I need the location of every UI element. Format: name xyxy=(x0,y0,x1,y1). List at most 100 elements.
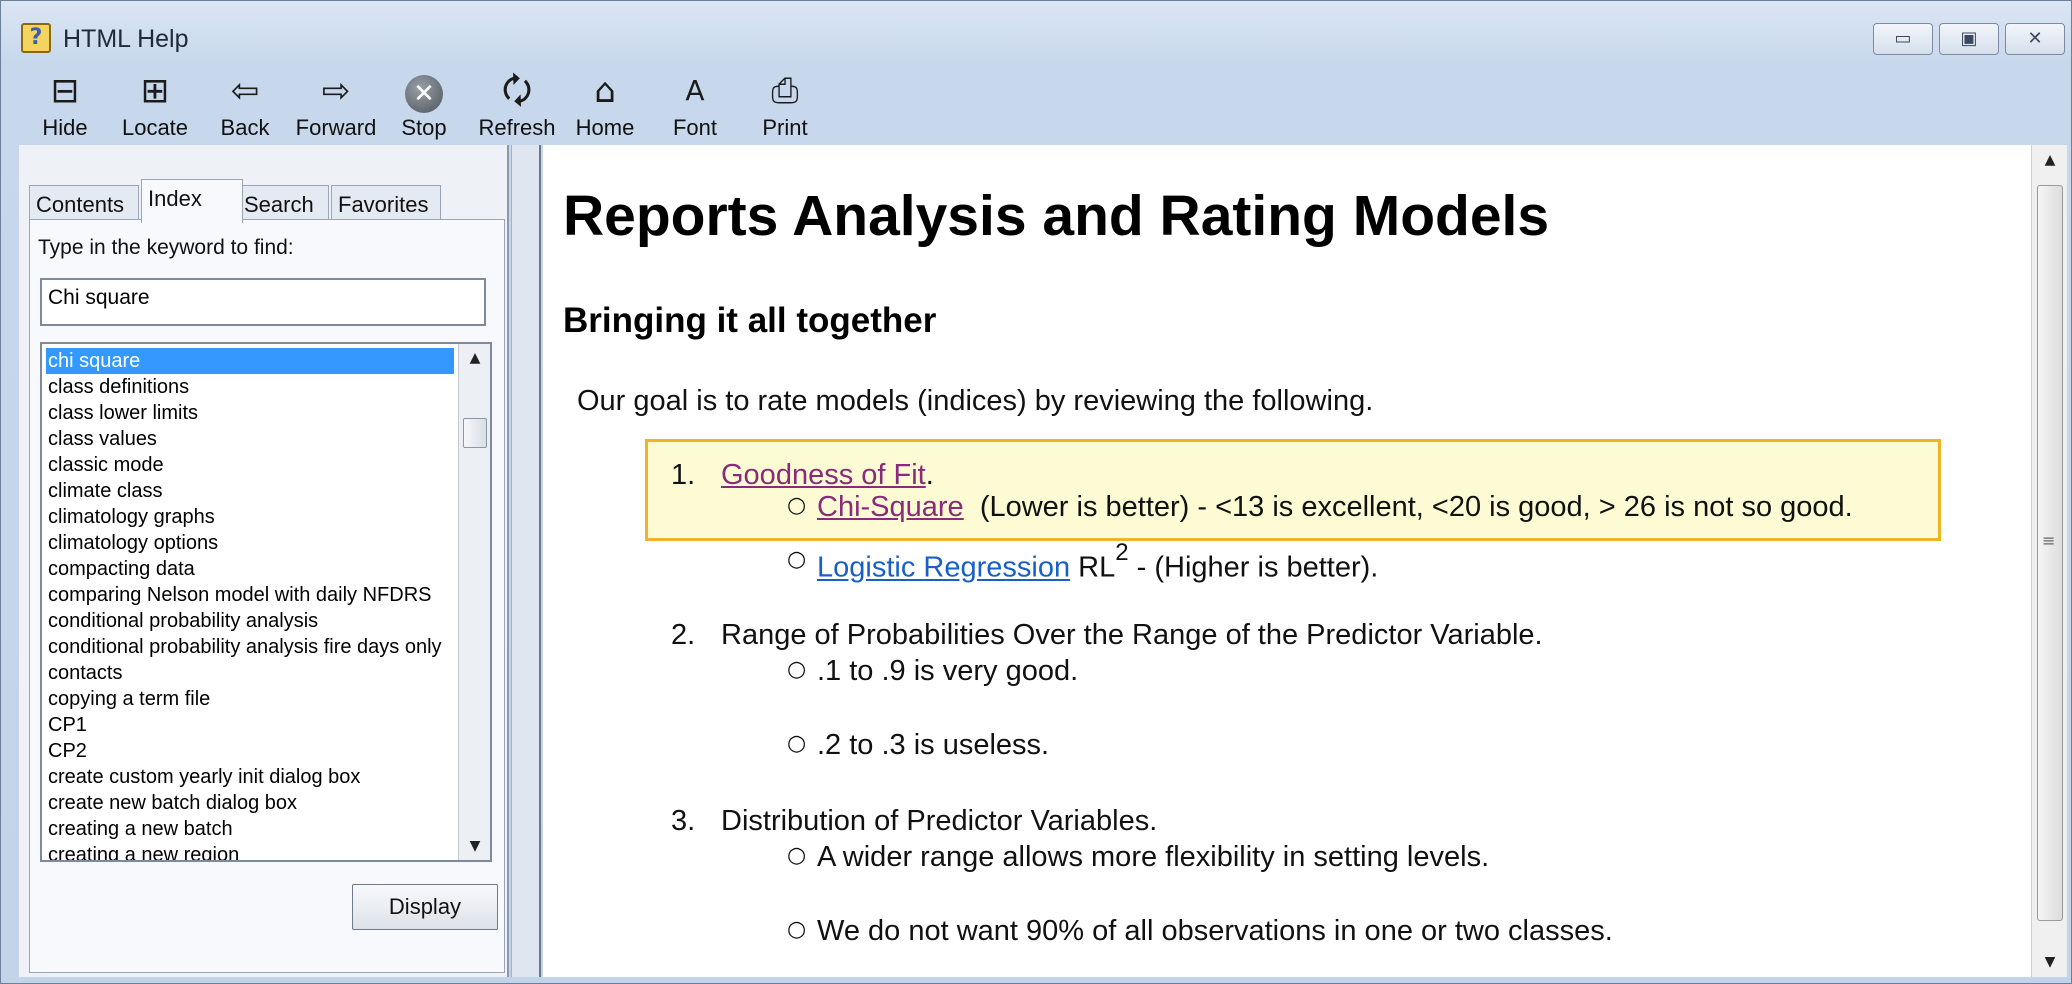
grip-icon: ≡ xyxy=(2042,531,2056,550)
locate-icon: ⊞ xyxy=(140,71,170,111)
index-list-scrollbar[interactable]: ▲ ▼ xyxy=(458,344,490,860)
pane-splitter[interactable] xyxy=(511,145,541,977)
index-list-item[interactable]: chi square xyxy=(46,348,454,374)
toolbar: ⊟ Hide ⊞ Locate ⇦ Back ⇨ Forward ✕ Stop … xyxy=(1,67,2072,145)
tab-contents[interactable]: Contents xyxy=(29,185,139,221)
font-icon: A xyxy=(685,74,705,107)
bullet-icon: ○ xyxy=(787,843,807,868)
close-button[interactable]: ✕ xyxy=(2005,23,2065,55)
font-button[interactable]: A Font xyxy=(669,67,721,143)
bullet-icon: ○ xyxy=(787,493,807,518)
index-items: chi square class definitions class lower l… xyxy=(46,348,454,860)
logistic-regression-link[interactable]: Logistic Regression xyxy=(817,552,1070,584)
home-icon: ⌂ xyxy=(594,71,616,111)
stop-button[interactable]: ✕ Stop xyxy=(399,67,449,143)
refresh-icon: 🗘 xyxy=(501,71,533,111)
keyword-input[interactable]: Chi square xyxy=(40,278,486,326)
logistic-regression-line: Logistic Regression RL2 - (Higher is bet… xyxy=(817,539,1379,585)
hide-label: Hide xyxy=(42,115,88,140)
font-label: Font xyxy=(672,115,718,140)
bullet-icon: ○ xyxy=(787,657,807,682)
scroll-thumb[interactable] xyxy=(463,418,487,448)
item2-text: Range of Probabilities Over the Range of… xyxy=(721,619,1543,651)
tab-search[interactable]: Search xyxy=(237,185,329,221)
index-list-item[interactable]: climatology graphs xyxy=(46,504,454,530)
index-list-item[interactable]: conditional probability analysis fire da… xyxy=(46,634,454,660)
content-scrollbar[interactable]: ▲ ≡ ▼ xyxy=(2031,145,2067,977)
back-label: Back xyxy=(220,115,270,140)
content-scroll-thumb[interactable] xyxy=(2037,185,2063,921)
index-list-item[interactable]: class values xyxy=(46,426,454,452)
chi-square-link[interactable]: Chi-Square xyxy=(817,491,964,523)
index-list-item[interactable]: create new batch dialog box xyxy=(46,790,454,816)
intro-text: Our goal is to rate models (indices) by … xyxy=(577,385,1374,417)
keyword-label: Type in the keyword to find: xyxy=(38,236,294,259)
chi-square-desc: (Lower is better) - <13 is excellent, <2… xyxy=(979,491,1853,523)
index-list-item[interactable]: classic mode xyxy=(46,452,454,478)
rl-superscript: 2 xyxy=(1115,539,1129,566)
bullet-icon: ○ xyxy=(787,917,807,942)
index-list-item[interactable]: create custom yearly init dialog box xyxy=(46,764,454,790)
back-button[interactable]: ⇦ Back xyxy=(217,67,273,143)
index-list-item[interactable]: CP1 xyxy=(46,712,454,738)
stop-label: Stop xyxy=(401,115,447,140)
section-heading: Bringing it all together xyxy=(563,301,937,340)
scroll-down-arrow-icon[interactable]: ▼ xyxy=(459,832,490,860)
locate-button[interactable]: ⊞ Locate xyxy=(119,67,191,143)
index-list-item[interactable]: class lower limits xyxy=(46,400,454,426)
index-list-item[interactable]: climate class xyxy=(46,478,454,504)
print-label: Print xyxy=(762,115,808,140)
title-bar: ? HTML Help ▭ ▣ ✕ xyxy=(1,1,2072,67)
item2-sub1: .1 to .9 is very good. xyxy=(817,655,1079,687)
print-button[interactable]: ⎙ Print xyxy=(759,67,811,143)
index-list-item[interactable]: creating a new batch xyxy=(46,816,454,842)
index-list-item[interactable]: CP2 xyxy=(46,738,454,764)
index-list-item[interactable]: comparing Nelson model with daily NFDRS xyxy=(46,582,454,608)
index-list-item[interactable]: copying a term file xyxy=(46,686,454,712)
hide-button[interactable]: ⊟ Hide xyxy=(37,67,93,143)
item3-sub1: A wider range allows more flexibility in… xyxy=(817,841,1490,873)
refresh-button[interactable]: 🗘 Refresh xyxy=(477,67,557,143)
nav-tabs: Contents Index Search Favorites xyxy=(29,179,499,223)
index-tab-panel: Type in the keyword to find: Chi square … xyxy=(29,219,505,973)
chi-square-line: Chi-Square (Lower is better) - <13 is ex… xyxy=(817,491,1853,524)
bullet-icon: ○ xyxy=(787,731,807,756)
locate-label: Locate xyxy=(121,115,189,140)
tab-index[interactable]: Index xyxy=(141,179,243,223)
content-scroll-up-icon[interactable]: ▲ xyxy=(2032,145,2068,175)
index-list-item[interactable]: compacting data xyxy=(46,556,454,582)
item1-number: 1. xyxy=(671,459,696,491)
stop-icon: ✕ xyxy=(405,75,443,113)
scroll-up-arrow-icon[interactable]: ▲ xyxy=(459,344,490,372)
navigation-pane: Contents Index Search Favorites Type in … xyxy=(19,145,509,977)
page-title: Reports Analysis and Rating Models xyxy=(563,184,1550,248)
forward-label: Forward xyxy=(295,115,377,140)
item2-number: 2. xyxy=(671,619,696,651)
window-title: HTML Help xyxy=(63,25,189,53)
item3-text: Distribution of Predictor Variables. xyxy=(721,805,1158,837)
logistic-desc: - (Higher is better). xyxy=(1136,551,1379,584)
maximize-button[interactable]: ▣ xyxy=(1939,23,1999,55)
index-list[interactable]: chi square class definitions class lower l… xyxy=(40,342,492,862)
goodness-of-fit-link[interactable]: Goodness of Fit xyxy=(721,459,926,491)
home-button[interactable]: ⌂ Home xyxy=(575,67,635,143)
home-label: Home xyxy=(575,115,635,140)
index-list-item[interactable]: climatology options xyxy=(46,530,454,556)
item3-number: 3. xyxy=(671,805,696,837)
printer-icon: ⎙ xyxy=(771,71,799,111)
display-button[interactable]: Display xyxy=(352,884,498,930)
tab-favorites[interactable]: Favorites xyxy=(331,185,441,221)
item3-sub2: We do not want 90% of all observations i… xyxy=(817,915,1613,947)
index-list-item[interactable]: conditional probability analysis xyxy=(46,608,454,634)
content-scroll-down-icon[interactable]: ▼ xyxy=(2032,947,2068,977)
index-list-item[interactable]: creating a new region xyxy=(46,842,454,860)
help-book-icon: ? xyxy=(21,23,51,53)
bullet-icon: ○ xyxy=(787,547,807,572)
minimize-button[interactable]: ▭ xyxy=(1873,23,1933,55)
index-list-item[interactable]: contacts xyxy=(46,660,454,686)
refresh-label: Refresh xyxy=(478,115,556,140)
forward-button[interactable]: ⇨ Forward xyxy=(293,67,379,143)
index-list-item[interactable]: class definitions xyxy=(46,374,454,400)
stop-icon-wrap: ✕ xyxy=(402,69,446,113)
item2-sub2: .2 to .3 is useless. xyxy=(817,729,1050,761)
